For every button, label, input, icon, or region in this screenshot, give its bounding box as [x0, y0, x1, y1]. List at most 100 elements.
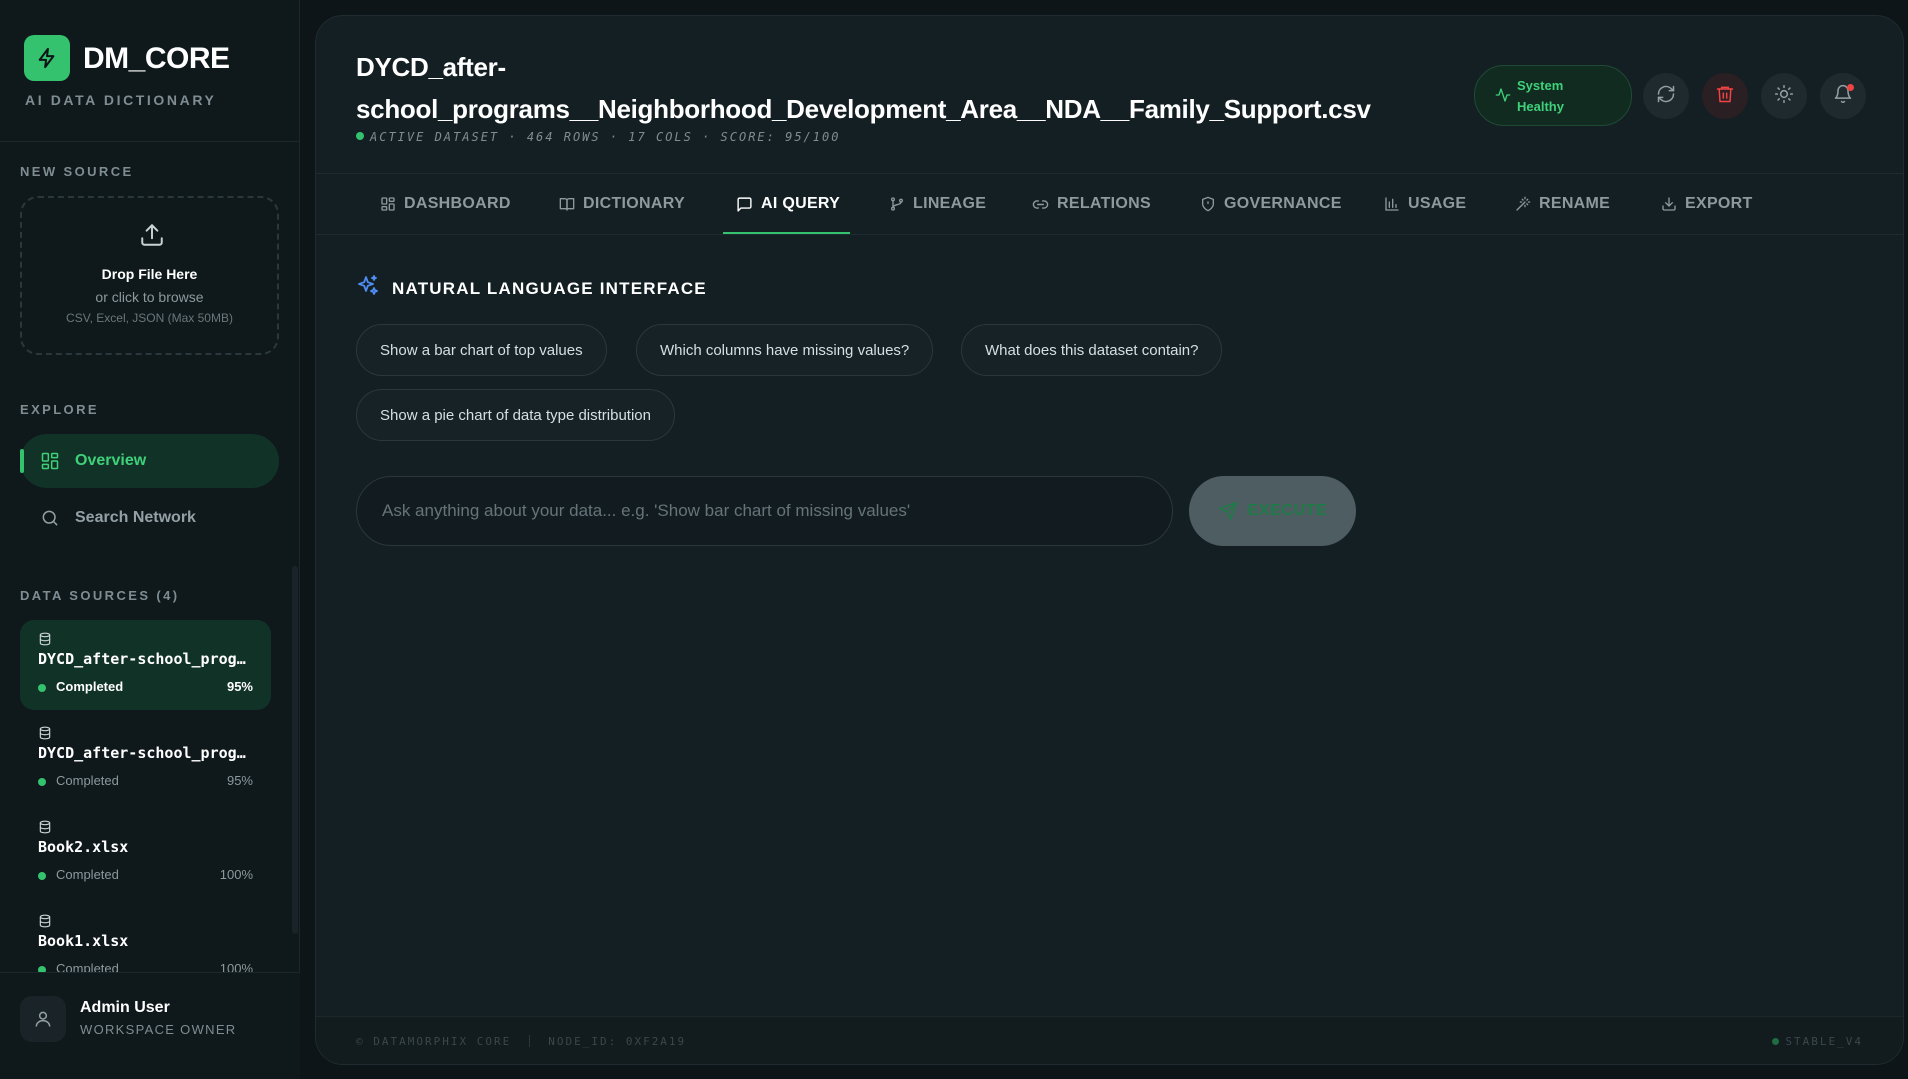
tab-governance[interactable]: GOVERNANCE: [1200, 173, 1342, 235]
sidebar-item-label: Search Network: [75, 509, 196, 526]
database-icon: [38, 726, 52, 745]
database-icon: [38, 914, 52, 933]
nli-title: NATURAL LANGUAGE INTERFACE: [392, 278, 707, 298]
footer-separator: [529, 1035, 531, 1047]
main-panel: DYCD_after-school_programs__Neighborhood…: [315, 15, 1904, 1065]
activity-icon: [1495, 87, 1511, 108]
sun-icon: [1774, 84, 1794, 109]
suggestion-chip[interactable]: Show a pie chart of data type distributi…: [356, 389, 675, 441]
tab-label: RENAME: [1539, 195, 1611, 212]
dashboard-icon: [380, 196, 396, 212]
tabs-divider: [316, 234, 1903, 235]
suggestion-chip[interactable]: Which columns have missing values?: [636, 324, 934, 376]
database-icon: [38, 820, 52, 839]
brand-name: DM_CORE: [83, 42, 230, 75]
system-health-badge[interactable]: System Healthy: [1474, 65, 1632, 126]
sidebar-item-label: Overview: [75, 452, 147, 469]
branch-icon: [889, 196, 905, 212]
data-source-name: Book2.xlsx: [38, 838, 129, 856]
data-source-status: Completed: [56, 679, 124, 694]
footer-left: © DATAMORPHIX CORE NODE_ID: 0XF2A19: [356, 1035, 686, 1048]
tab-label: RELATIONS: [1057, 195, 1151, 212]
status-dot: [1772, 1038, 1780, 1045]
suggestion-chip[interactable]: What does this dataset contain?: [961, 324, 1223, 376]
tab-label: AI QUERY: [761, 195, 841, 212]
grid-icon: [40, 451, 60, 476]
refresh-button[interactable]: [1643, 73, 1689, 119]
status-dot: [38, 872, 46, 880]
refresh-icon: [1656, 84, 1676, 109]
dataset-meta-text: ACTIVE DATASET · 464 ROWS · 17 COLS · SC…: [370, 130, 841, 144]
tab-label: GOVERNANCE: [1224, 195, 1342, 212]
data-source-name: DYCD_after-school_programs__Neighborhood…: [38, 650, 254, 668]
sidebar-item-overview[interactable]: Overview: [20, 434, 279, 488]
page-title: DYCD_after-school_programs__Neighborhood…: [356, 52, 1371, 124]
notifications-button[interactable]: [1820, 73, 1866, 119]
data-source-item[interactable]: DYCD_after-school_programs__Neighborhood…: [20, 620, 271, 710]
new-source-label: NEW SOURCE: [20, 164, 134, 179]
send-icon: [1218, 501, 1238, 521]
notification-dot: [1847, 84, 1854, 91]
footer: © DATAMORPHIX CORE NODE_ID: 0XF2A19 STABL…: [316, 1016, 1903, 1064]
sidebar-item-search-network[interactable]: Search Network: [20, 491, 279, 545]
sparkles-icon: [356, 274, 380, 303]
sidebar-scrollbar[interactable]: [292, 566, 298, 934]
status-dot: [38, 684, 46, 692]
delete-button[interactable]: [1702, 73, 1748, 119]
nli-header: NATURAL LANGUAGE INTERFACE: [356, 274, 707, 303]
database-icon: [38, 632, 52, 651]
tab-dictionary[interactable]: DICTIONARY: [559, 173, 685, 235]
chat-icon: [736, 196, 753, 213]
tab-ai-query[interactable]: AI QUERY: [736, 173, 840, 235]
download-icon: [1661, 196, 1677, 212]
tab-usage[interactable]: USAGE: [1384, 173, 1466, 235]
user-panel[interactable]: Admin User WORKSPACE OWNER: [0, 972, 300, 1079]
dataset-meta: ACTIVE DATASET · 464 ROWS · 17 COLS · SC…: [356, 130, 840, 144]
dropzone-subtitle: or click to browse: [95, 289, 204, 305]
suggestion-chip[interactable]: Show a bar chart of top values: [356, 324, 607, 376]
footer-right: STABLE_V4: [1772, 1035, 1863, 1048]
tab-lineage[interactable]: LINEAGE: [889, 173, 986, 235]
execute-button[interactable]: EXECUTE: [1189, 476, 1356, 546]
tab-dashboard[interactable]: DASHBOARD: [380, 173, 511, 235]
data-source-item[interactable]: DYCD_after-school_programs__Neighborhood…: [20, 714, 271, 804]
tab-label: EXPORT: [1685, 195, 1753, 212]
search-icon: [40, 508, 60, 533]
footer-copyright: © DATAMORPHIX CORE: [356, 1035, 512, 1048]
tab-label: USAGE: [1408, 195, 1467, 212]
active-indicator: [20, 449, 24, 473]
bar-chart-icon: [1384, 196, 1400, 212]
status-dot: [356, 132, 364, 140]
book-icon: [559, 196, 575, 212]
trash-icon: [1715, 84, 1735, 109]
file-dropzone[interactable]: Drop File Here or click to browse CSV, E…: [20, 196, 279, 355]
wand-icon: [1515, 196, 1531, 212]
tab-label: LINEAGE: [913, 195, 987, 212]
user-role: WORKSPACE OWNER: [80, 1022, 237, 1037]
data-source-name: Book1.xlsx: [38, 932, 129, 950]
shield-icon: [1200, 196, 1216, 212]
sidebar: DM_CORE AI DATA DICTIONARY NEW SOURCE Dr…: [0, 0, 300, 1079]
system-health-text: System Healthy: [1517, 78, 1564, 114]
tab-label: DASHBOARD: [404, 195, 511, 212]
tab-relations[interactable]: RELATIONS: [1032, 173, 1151, 235]
sidebar-divider: [0, 141, 300, 142]
status-dot: [38, 778, 46, 786]
lightning-icon: [24, 35, 70, 81]
theme-toggle-button[interactable]: [1761, 73, 1807, 119]
data-source-status: Completed: [56, 773, 119, 788]
tab-rename[interactable]: RENAME: [1515, 173, 1610, 235]
tab-export[interactable]: EXPORT: [1661, 173, 1753, 235]
query-input[interactable]: [356, 476, 1173, 546]
dropzone-title: Drop File Here: [101, 266, 198, 282]
data-source-status: Completed: [56, 867, 119, 882]
data-source-name: DYCD_after-school_programs__Neighborhood…: [38, 744, 254, 762]
footer-version: STABLE_V4: [1785, 1035, 1863, 1048]
data-source-score: 95%: [226, 773, 253, 788]
dropzone-hint: CSV, Excel, JSON (Max 50MB): [66, 311, 233, 325]
user-name: Admin User: [80, 999, 170, 1016]
data-source-item[interactable]: Book2.xlsx Completed 100%: [20, 808, 271, 898]
explore-label: EXPLORE: [20, 402, 99, 417]
footer-node-id: NODE_ID: 0XF2A19: [548, 1035, 687, 1048]
data-source-score: 100%: [219, 867, 253, 882]
